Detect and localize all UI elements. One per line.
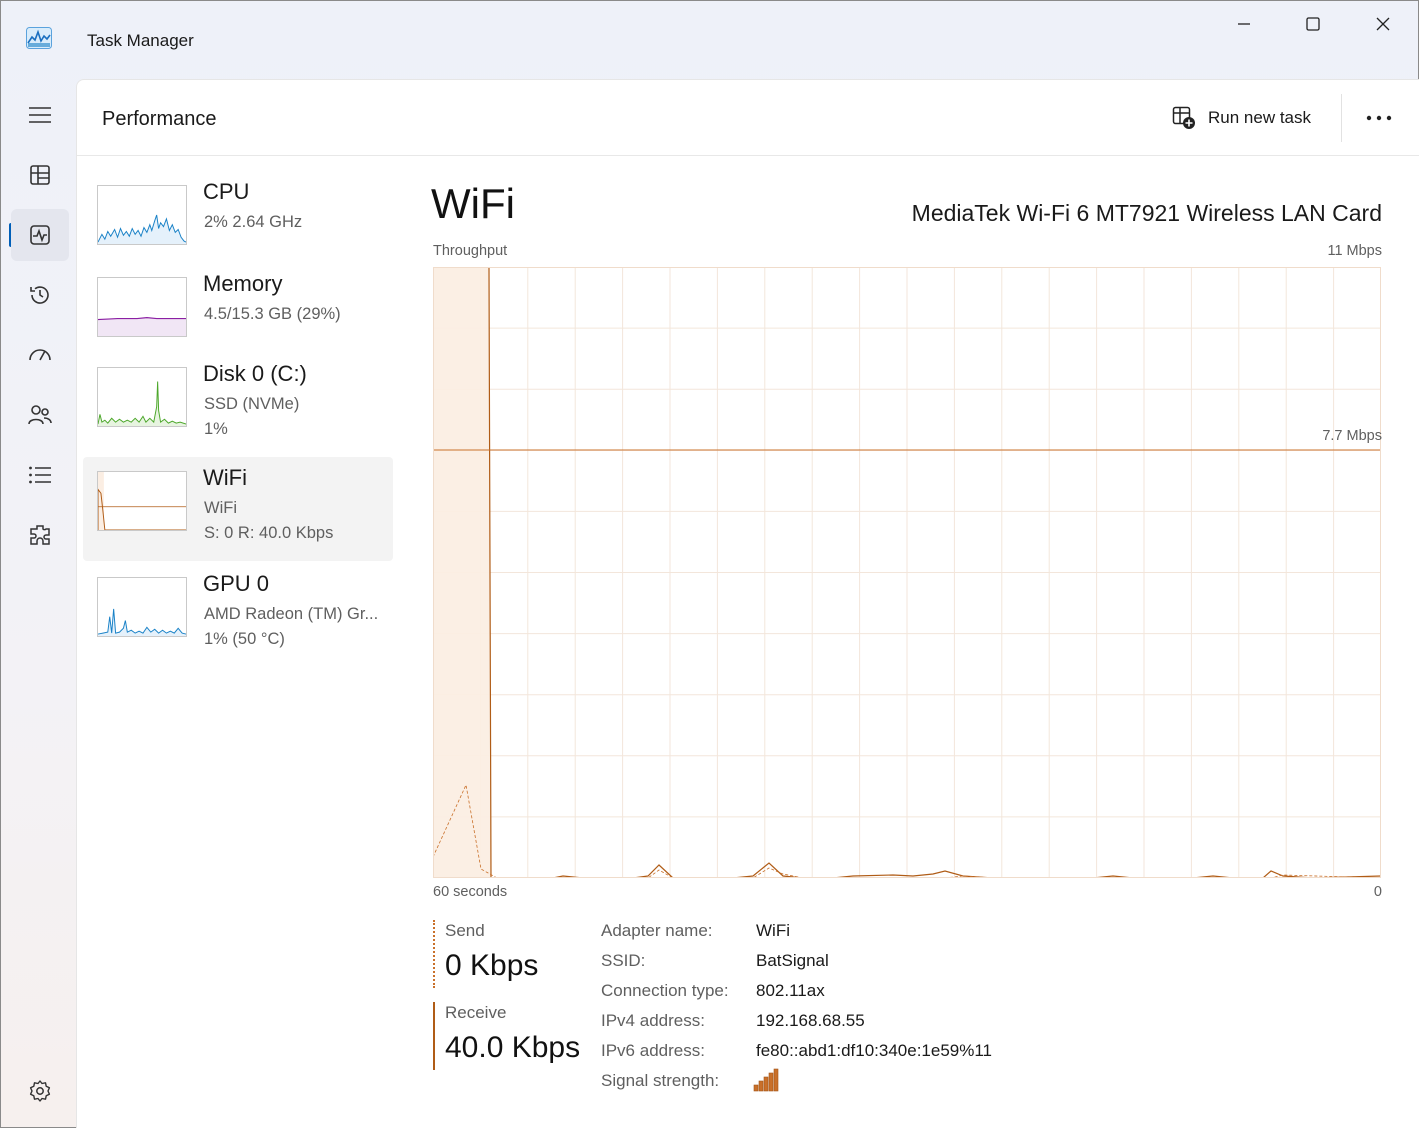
- nav-processes-button[interactable]: [11, 149, 69, 201]
- task-manager-window: Task Manager Performance Run new task CP…: [0, 0, 1419, 1128]
- throughput-fill: [433, 267, 491, 878]
- gpu-usage: 1% (50 °C): [204, 630, 285, 648]
- resource-tile-disk[interactable]: Disk 0 (C:) SSD (NVMe) 1%: [83, 353, 393, 457]
- prop-label-ipv6: IPv6 address:: [601, 1041, 705, 1060]
- adapter-name: MediaTek Wi-Fi 6 MT7921 Wireless LAN Car…: [911, 200, 1382, 226]
- wifi-title: WiFi: [203, 465, 247, 490]
- gear-icon: [29, 1080, 51, 1102]
- title-bar: Task Manager: [1, 1, 1418, 79]
- minimize-icon: [1238, 23, 1250, 25]
- prop-value-ssid: BatSignal: [756, 951, 829, 970]
- receive-indicator: [433, 1002, 435, 1070]
- run-new-task-label: Run new task: [1208, 108, 1311, 127]
- cpu-title: CPU: [203, 179, 250, 204]
- graph-x-left-label: 60 seconds: [433, 884, 508, 900]
- prop-label-connection-type: Connection type:: [601, 981, 729, 1000]
- nav-details-button[interactable]: [11, 449, 69, 501]
- memory-thumbnail-graph: [97, 277, 187, 337]
- send-value: 0 Kbps: [445, 949, 539, 982]
- disk-title: Disk 0 (C:): [203, 361, 307, 386]
- startup-apps-icon: [29, 349, 51, 361]
- prop-value-connection-type: 802.11ax: [756, 981, 825, 1000]
- resource-tile-memory[interactable]: Memory 4.5/15.3 GB (29%): [83, 263, 393, 367]
- close-button[interactable]: [1360, 9, 1406, 39]
- prop-label-adapter-name: Adapter name:: [601, 921, 713, 940]
- services-icon: [30, 525, 50, 545]
- app-title: Task Manager: [87, 31, 194, 50]
- signal-bar: [758, 1080, 764, 1092]
- graph-y-max-label: 11 Mbps: [1327, 243, 1382, 259]
- app-history-icon: [30, 286, 49, 304]
- header-divider: [1341, 94, 1342, 142]
- main-panel: Performance Run new task CPU 2% 2.64 GHz…: [76, 79, 1419, 1128]
- performance-icon: [30, 225, 50, 245]
- resource-tile-gpu[interactable]: GPU 0 AMD Radeon (TM) Gr... 1% (50 °C): [83, 563, 393, 667]
- memory-title: Memory: [203, 271, 283, 296]
- wifi-throughput: S: 0 R: 40.0 Kbps: [204, 524, 334, 542]
- detail-title: WiFi: [431, 180, 515, 227]
- cpu-usage: 2% 2.64 GHz: [204, 213, 303, 231]
- page-title: Performance: [102, 108, 217, 130]
- prop-label-ipv4: IPv4 address:: [601, 1011, 705, 1030]
- wifi-adapter: WiFi: [204, 499, 237, 517]
- memory-usage: 4.5/15.3 GB (29%): [204, 305, 341, 323]
- throughput-graph: [433, 267, 1381, 878]
- more-icon: [1366, 115, 1392, 121]
- signal-bar: [768, 1072, 774, 1092]
- disk-usage: 1%: [204, 420, 228, 438]
- nav-settings-button[interactable]: [11, 1065, 69, 1117]
- users-icon: [28, 405, 52, 425]
- prop-label-ssid: SSID:: [601, 951, 646, 970]
- signal-bar: [773, 1068, 779, 1092]
- graph-grid: [433, 267, 1381, 878]
- send-label: Send: [445, 921, 485, 940]
- gpu-thumbnail-graph: [97, 577, 187, 637]
- page-header: Performance Run new task: [77, 80, 1419, 156]
- graph-x-right-label: 0: [1373, 884, 1382, 900]
- maximize-button[interactable]: [1290, 9, 1336, 39]
- gpu-model: AMD Radeon (TM) Gr...: [204, 605, 379, 623]
- hamburger-icon: [29, 107, 51, 123]
- nav-hamburger-button[interactable]: [11, 89, 69, 141]
- resource-tile-wifi[interactable]: WiFi WiFi S: 0 R: 40.0 Kbps: [83, 457, 393, 561]
- disk-thumbnail-graph: [97, 367, 187, 427]
- receive-value: 40.0 Kbps: [445, 1031, 581, 1064]
- signal-bar: [763, 1076, 769, 1092]
- minimize-button[interactable]: [1221, 9, 1267, 39]
- graph-y-label: Throughput: [433, 243, 508, 259]
- send-indicator: [433, 920, 435, 988]
- processes-icon: [30, 165, 50, 185]
- signal-bar: [753, 1084, 759, 1092]
- cpu-thumbnail-graph: [97, 185, 187, 245]
- close-icon: [1376, 17, 1390, 31]
- wifi-thumbnail-graph: [97, 471, 187, 531]
- prop-value-adapter-name: WiFi: [756, 921, 790, 940]
- prop-value-ipv4: 192.168.68.55: [756, 1011, 865, 1030]
- prop-label-signal-strength: Signal strength:: [601, 1071, 720, 1090]
- nav-app-history-button[interactable]: [11, 269, 69, 321]
- nav-services-button[interactable]: [11, 509, 69, 561]
- more-options-button[interactable]: [1362, 104, 1396, 132]
- nav-performance-button[interactable]: [11, 209, 69, 261]
- gpu-title: GPU 0: [203, 571, 270, 596]
- nav-users-button[interactable]: [11, 389, 69, 441]
- receive-label: Receive: [445, 1003, 507, 1022]
- signal-strength-icon: [753, 1068, 779, 1092]
- details-icon: [29, 466, 51, 484]
- maximize-icon: [1306, 17, 1320, 31]
- nav-startup-apps-button[interactable]: [11, 329, 69, 381]
- run-new-task-icon: [1172, 106, 1195, 129]
- graph-reference-label: 7.7 Mbps: [1322, 428, 1382, 444]
- run-new-task-button[interactable]: Run new task: [1172, 102, 1311, 134]
- resource-tile-cpu[interactable]: CPU 2% 2.64 GHz: [83, 171, 393, 275]
- prop-value-ipv6: fe80::abd1:df10:340e:1e59%11: [756, 1041, 993, 1060]
- task-manager-app-icon: [26, 27, 52, 49]
- disk-type: SSD (NVMe): [204, 395, 300, 413]
